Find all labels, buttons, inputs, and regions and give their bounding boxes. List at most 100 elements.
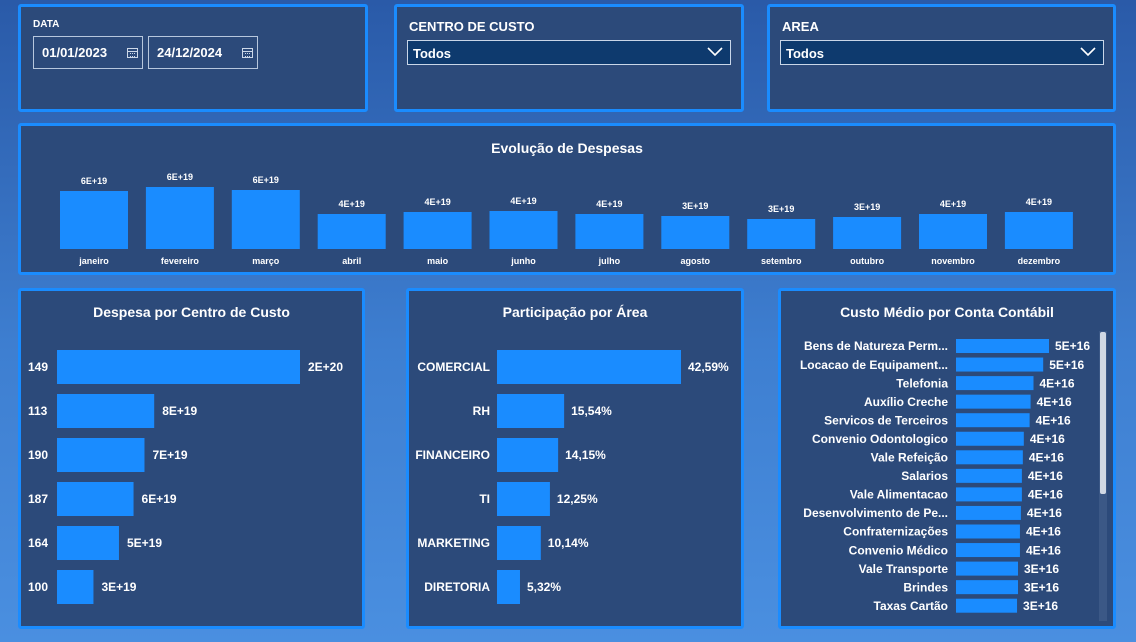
account-tick-label: Confraternizações <box>843 525 948 539</box>
avg-cost-account-chart: Bens de Natureza Perm... 5E+16 Locacao de … <box>800 339 1090 613</box>
bar-data-label: 5E+19 <box>127 536 162 550</box>
bar-data-label: 4E+19 <box>596 199 622 209</box>
bar-data-label: 14,15% <box>565 448 606 462</box>
month-tick-label: março <box>252 256 280 266</box>
bar-data-label: 10,14% <box>548 536 589 550</box>
month-bar <box>145 187 214 249</box>
bar-data-label: 3E+19 <box>682 201 708 211</box>
area-dropdown[interactable]: Todos <box>780 40 1104 65</box>
area-selected: Todos <box>786 46 825 61</box>
bar-data-label: 4E+16 <box>1026 543 1061 557</box>
bar-data-label: 4E+16 <box>1037 395 1072 409</box>
bar-data-label: 3E+16 <box>1024 562 1059 576</box>
calendar-icon[interactable] <box>127 48 138 58</box>
month-tick-label: janeiro <box>78 256 109 266</box>
cost-center-selected: Todos <box>413 46 452 61</box>
month-bar <box>661 216 730 249</box>
cost-center-filter-label: CENTRO DE CUSTO <box>409 19 535 34</box>
start-date-input[interactable]: 01/01/2023 <box>33 36 143 69</box>
account-bar <box>956 394 1031 409</box>
bar-data-label: 5E+16 <box>1049 358 1084 372</box>
area-tick-label: DIRETORIA <box>424 580 490 594</box>
end-date-value: 24/12/2024 <box>157 45 223 60</box>
cost-center-dropdown[interactable]: Todos <box>407 40 731 65</box>
month-tick-label: setembro <box>761 256 802 266</box>
account-tick-label: Salarios <box>901 469 948 483</box>
date-filter-card: DATA 01/01/2023 24/12/2024 <box>18 4 368 112</box>
account-bar <box>956 450 1023 465</box>
cost-center-tick-label: 149 <box>28 360 48 374</box>
bar-data-label: 4E+16 <box>1036 413 1071 427</box>
month-tick-label: julho <box>598 256 621 266</box>
cost-center-bar <box>57 482 134 516</box>
cost-center-bar <box>57 570 94 604</box>
month-bar <box>403 212 472 249</box>
bar-data-label: 4E+16 <box>1029 451 1064 465</box>
cost-center-bar <box>57 394 155 428</box>
month-bar <box>317 214 386 249</box>
chevron-down-icon[interactable] <box>1079 42 1097 60</box>
cost-center-expense-card: Despesa por Centro de Custo 149 2E+20 113 8… <box>18 288 365 629</box>
chevron-down-icon[interactable] <box>706 42 724 60</box>
bar-data-label: 2E+20 <box>308 360 343 374</box>
scrollbar-thumb[interactable] <box>1100 332 1106 494</box>
cost-center-tick-label: 187 <box>28 492 48 506</box>
account-bar <box>956 524 1020 539</box>
bar-data-label: 3E+19 <box>768 204 794 214</box>
account-tick-label: Vale Alimentacao <box>850 488 948 502</box>
cost-center-tick-label: 190 <box>28 448 48 462</box>
bar-data-label: 4E+16 <box>1028 488 1063 502</box>
date-filter-label: DATA <box>33 19 60 30</box>
end-date-input[interactable]: 24/12/2024 <box>148 36 258 69</box>
bar-data-label: 4E+16 <box>1027 506 1062 520</box>
area-tick-label: TI <box>479 492 490 506</box>
area-tick-label: MARKETING <box>417 536 490 550</box>
bar-data-label: 4E+16 <box>1026 525 1061 539</box>
bar-data-label: 3E+19 <box>101 580 136 594</box>
bar-data-label: 3E+19 <box>854 202 880 212</box>
area-share-card: Participação por Área COMERCIAL 42,59% RH 1… <box>406 288 744 629</box>
account-tick-label: Vale Refeição <box>871 451 948 465</box>
cost-center-tick-label: 164 <box>28 536 48 550</box>
month-bar <box>575 214 644 249</box>
bar-data-label: 4E+19 <box>339 199 365 209</box>
cost-center-tick-label: 113 <box>28 404 48 418</box>
bar-data-label: 15,54% <box>571 404 612 418</box>
bar-data-label: 8E+19 <box>162 404 197 418</box>
bar-data-label: 6E+19 <box>167 172 193 182</box>
bar-data-label: 4E+19 <box>1026 197 1052 207</box>
expense-evolution-card: Evolução de Despesas 6E+19 janeiro 6E+19 fe… <box>18 123 1116 275</box>
cost-center-bar <box>57 350 300 384</box>
month-tick-label: abril <box>342 256 361 266</box>
area-tick-label: RH <box>473 404 490 418</box>
cost-center-bar <box>57 438 145 472</box>
area-bar <box>497 394 565 428</box>
account-tick-label: Convenio Odontologico <box>812 432 948 446</box>
month-tick-label: maio <box>427 256 449 266</box>
account-tick-label: Locacao de Equipament... <box>800 358 948 372</box>
avg-cost-account-card: Custo Médio por Conta Contábil Bens de N… <box>778 288 1116 629</box>
month-tick-label: agosto <box>681 256 711 266</box>
month-bar <box>1004 212 1073 249</box>
account-bar <box>956 598 1018 613</box>
account-tick-label: Desenvolvimento de Pe... <box>803 506 948 520</box>
bar-data-label: 3E+16 <box>1023 599 1058 613</box>
account-bar <box>956 561 1018 576</box>
account-bar <box>956 487 1022 502</box>
account-bar <box>956 505 1021 520</box>
bar-data-label: 4E+16 <box>1028 469 1063 483</box>
account-tick-label: Auxílio Creche <box>864 395 948 409</box>
area-bar <box>497 570 520 604</box>
bar-data-label: 4E+19 <box>940 199 966 209</box>
month-bar <box>60 191 128 249</box>
bar-data-label: 6E+19 <box>253 175 279 185</box>
cost-center-filter-card: CENTRO DE CUSTO Todos <box>394 4 744 112</box>
start-date-value: 01/01/2023 <box>42 45 108 60</box>
account-bar <box>956 413 1030 428</box>
account-bar <box>956 357 1044 372</box>
bar-data-label: 12,25% <box>557 492 598 506</box>
account-tick-label: Bens de Natureza Perm... <box>804 339 948 353</box>
calendar-icon[interactable] <box>242 48 253 58</box>
bar-data-label: 3E+16 <box>1024 580 1059 594</box>
account-tick-label: Servicos de Terceiros <box>824 413 948 427</box>
